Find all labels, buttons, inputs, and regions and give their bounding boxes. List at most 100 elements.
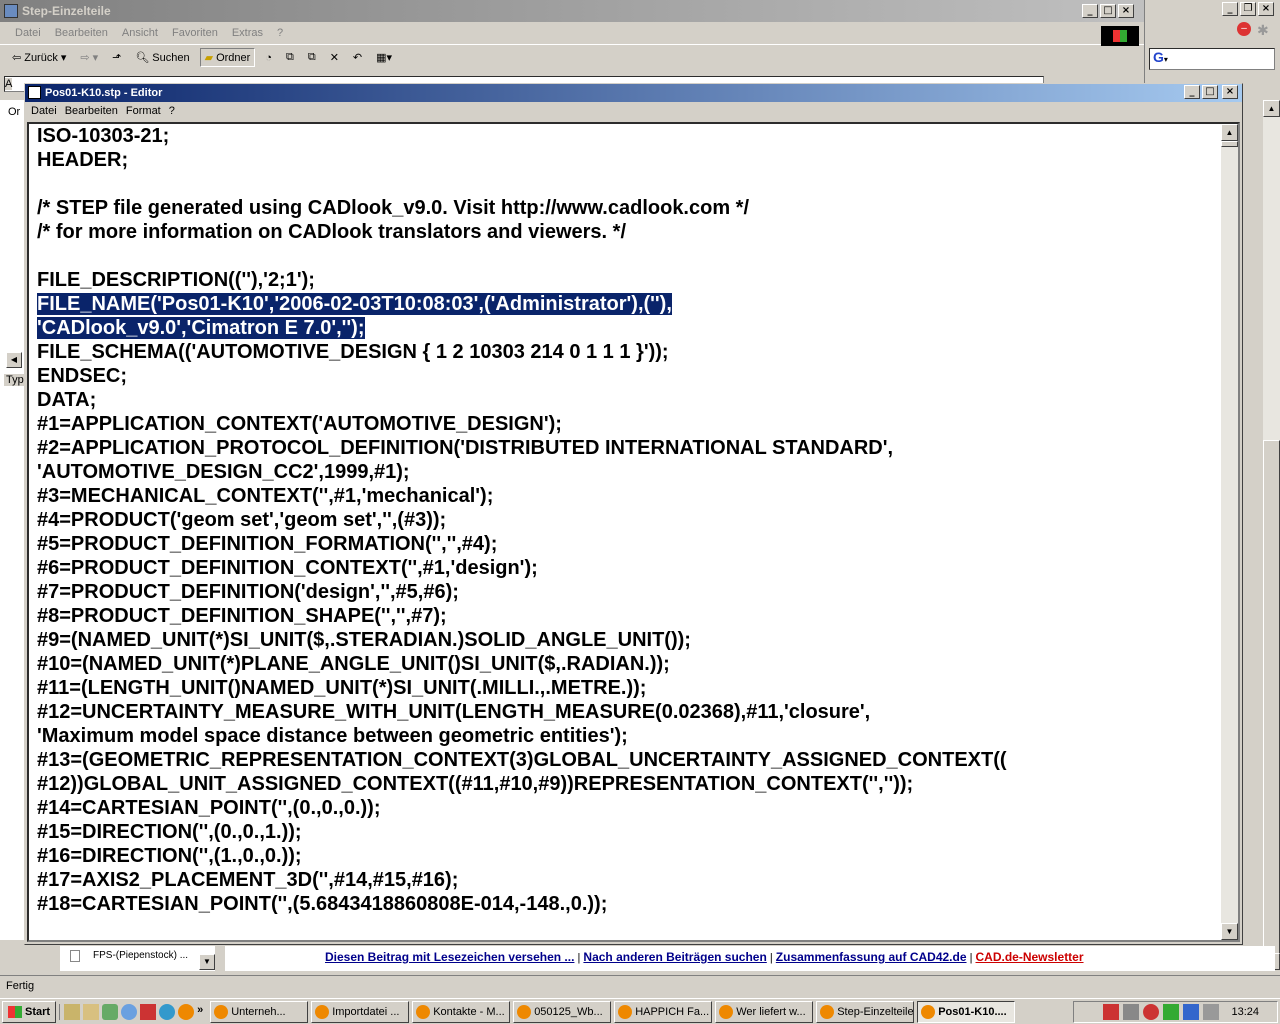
explorer-menu-item[interactable]: Favoriten [172, 27, 218, 39]
folder-icon[interactable] [83, 1003, 100, 1020]
taskbar-button[interactable]: Importdatei ... [311, 1000, 410, 1023]
text-line-content: #12))GLOBAL_UNIT_ASSIGNED_CONTEXT((#11,#… [37, 773, 914, 795]
app-icon[interactable] [102, 1003, 119, 1020]
acrobat-icon[interactable] [140, 1003, 157, 1020]
up-folder-icon: ⬏ [112, 52, 122, 64]
scroll-left-button[interactable]: ◀ [6, 352, 22, 368]
start-button[interactable]: Start [2, 1000, 57, 1023]
taskbar-button[interactable]: HAPPICH Fa... [614, 1000, 713, 1023]
search-button[interactable]: 🔍︎ Suchen [131, 49, 193, 66]
text-line-content: #4=PRODUCT('geom set','geom set','',(#3)… [37, 509, 447, 531]
notepad-text-area[interactable]: ISO-10303-21; HEADER; /* STEP file generat… [27, 122, 1240, 942]
tray-icon[interactable] [1183, 1004, 1200, 1020]
text-line: DATA; [37, 388, 1217, 412]
views-button[interactable]: ▦▾ [372, 49, 396, 66]
app-icon [921, 1004, 936, 1019]
scroll-up-button[interactable]: ▲ [1263, 100, 1280, 117]
tray-icon[interactable] [1203, 1004, 1220, 1020]
explorer-menu-item[interactable]: Ansicht [122, 27, 158, 39]
back-button[interactable]: ⇦ Zurück ▾ [8, 49, 70, 66]
close-button[interactable]: × [1222, 85, 1238, 99]
forum-link[interactable]: Diesen Beitrag mit Lesezeichen versehen … [325, 950, 574, 964]
explorer-titlebar[interactable]: Step-Einzelteile [0, 0, 1144, 22]
forward-button[interactable]: ⇨ ▾ [76, 49, 102, 66]
app-icon [618, 1004, 633, 1019]
text-line: 'AUTOMOTIVE_DESIGN_CC2',1999,#1); [37, 460, 1217, 484]
taskbar-button[interactable]: Unterneh... [210, 1000, 309, 1023]
minimize-button[interactable]: _ [1222, 2, 1238, 16]
explorer-menu-item[interactable]: ? [277, 27, 283, 39]
text-line: #1=APPLICATION_CONTEXT('AUTOMOTIVE_DESIG… [37, 412, 1217, 436]
taskbar-button[interactable]: Pos01-K10.... [917, 1000, 1016, 1023]
stop-icon[interactable]: – [1237, 22, 1251, 36]
tray-icon[interactable] [1123, 1004, 1140, 1020]
scroll-thumb[interactable] [1263, 440, 1280, 970]
clock-icon[interactable] [121, 1003, 138, 1020]
notepad-title: Pos01-K10.stp - Editor [45, 87, 163, 99]
taskbar-button[interactable]: 050125_Wb... [513, 1000, 612, 1023]
type-column-header[interactable]: Typ [4, 374, 26, 386]
forum-link[interactable]: Zusammenfassung auf CAD42.de [776, 950, 967, 964]
settings-icon[interactable]: ✱ [1257, 22, 1273, 38]
history-button[interactable]: ◔ [261, 50, 276, 66]
taskbar-button-label: Kontakte - M... [433, 1005, 505, 1018]
explorer-menu-item[interactable]: Datei [15, 27, 41, 39]
notepad-vertical-scrollbar[interactable]: ▲ ▼ [1221, 124, 1238, 940]
forum-link[interactable]: Nach anderen Beiträgen suchen [583, 950, 766, 964]
explorer-menu-item[interactable]: Bearbeiten [55, 27, 108, 39]
internet-explorer-icon[interactable] [159, 1003, 176, 1020]
minimize-button[interactable]: _ [1082, 4, 1098, 18]
app-icon [517, 1004, 532, 1019]
quick-launch: » [59, 1003, 207, 1020]
taskbar-button[interactable]: Wer liefert w... [715, 1000, 814, 1023]
folders-button[interactable]: ▰ Ordner [199, 48, 256, 67]
step-file-content[interactable]: ISO-10303-21; HEADER; /* STEP file generat… [37, 124, 1217, 916]
text-line: #12=UNCERTAINTY_MEASURE_WITH_UNIT(LENGTH… [37, 700, 1217, 724]
delete-button[interactable]: ✕ [326, 49, 343, 66]
scroll-up-button[interactable]: ▲ [1221, 124, 1238, 141]
firefox-icon[interactable] [178, 1003, 195, 1020]
undo-button[interactable]: ↶ [349, 49, 366, 66]
scroll-thumb[interactable] [1221, 141, 1238, 147]
move-to-button[interactable]: ⧉ [282, 49, 298, 66]
search-icon: 🔍︎ [135, 52, 150, 64]
text-line-content: #3=MECHANICAL_CONTEXT('',#1,'mechanical'… [37, 485, 494, 507]
restore-button[interactable]: ❐ [1240, 2, 1256, 16]
notepad-menu-item[interactable]: Datei [31, 105, 57, 117]
taskbar-button[interactable]: Kontakte - M... [412, 1000, 511, 1023]
more-icon[interactable]: » [197, 1004, 203, 1020]
text-line: #2=APPLICATION_PROTOCOL_DEFINITION('DIST… [37, 436, 1217, 460]
text-line: FILE_NAME('Pos01-K10','2006-02-03T10:08:… [37, 292, 1217, 316]
tray-icon[interactable] [1163, 1004, 1180, 1020]
minimize-button[interactable]: _ [1184, 85, 1200, 99]
notepad-menu-item[interactable]: Bearbeiten [65, 105, 118, 117]
text-line-content: #9=(NAMED_UNIT(*)SI_UNIT($,.STERADIAN.)S… [37, 629, 691, 651]
notepad-menu-item[interactable]: ? [169, 105, 175, 117]
copy-to-button[interactable]: ⧉ [304, 49, 320, 66]
app-icon [315, 1004, 330, 1019]
scroll-down-button[interactable]: ▼ [1221, 923, 1238, 940]
text-line: #16=DIRECTION('',(1.,0.,0.)); [37, 844, 1217, 868]
link-separator: | [966, 952, 976, 964]
google-search-input[interactable]: G▾ [1149, 48, 1275, 70]
tray-icon[interactable] [1103, 1004, 1120, 1020]
maximize-button[interactable]: □ [1202, 85, 1218, 99]
tray-icon[interactable] [1143, 1004, 1160, 1020]
google-icon: G [1153, 49, 1164, 65]
notepad-menu-item[interactable]: Format [126, 105, 161, 117]
tree-item[interactable]: FPS-(Piepenstock) ... [93, 950, 188, 961]
maximize-button[interactable]: □ [1100, 4, 1116, 18]
close-button[interactable]: × [1258, 2, 1274, 16]
folders-label: Ordner [216, 51, 251, 64]
text-line: FILE_SCHEMA(('AUTOMOTIVE_DESIGN { 1 2 10… [37, 340, 1217, 364]
taskbar-button[interactable]: Step-Einzelteile [816, 1000, 915, 1023]
notepad-titlebar[interactable]: Pos01-K10.stp - Editor _ □ × [25, 84, 1242, 102]
page-scrollbar[interactable]: ▲ ▼ [1263, 100, 1280, 970]
explorer-title: Step-Einzelteile [22, 4, 111, 18]
up-folder-button[interactable]: ⬏ [108, 49, 125, 66]
notes-icon[interactable] [64, 1003, 81, 1020]
explorer-menu-item[interactable]: Extras [232, 27, 263, 39]
forum-link[interactable]: CAD.de-Newsletter [976, 950, 1084, 964]
close-button[interactable]: × [1118, 4, 1134, 18]
scroll-down-button[interactable]: ▼ [199, 954, 215, 970]
